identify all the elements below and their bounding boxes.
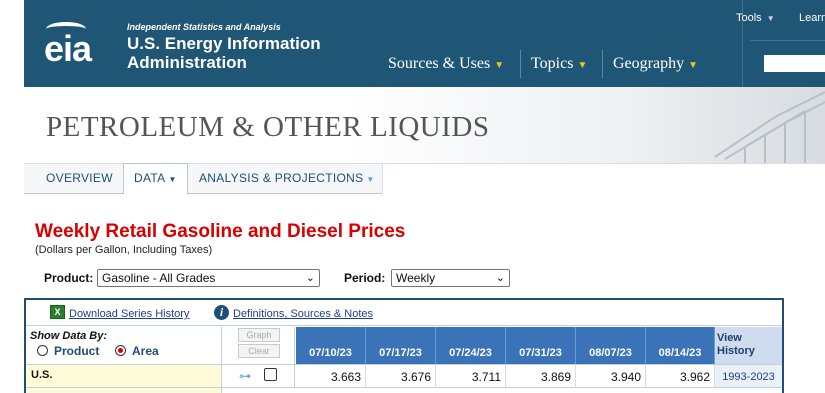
nav-divider <box>520 50 521 78</box>
table-row-partial <box>26 387 782 393</box>
nav-geography-label: Geography <box>613 55 685 72</box>
table-cell: 3.711 <box>436 365 506 387</box>
table-cell: 3.663 <box>296 365 366 387</box>
section-title: PETROLEUM & OTHER LIQUIDS <box>46 111 490 143</box>
graph-button[interactable]: Graph <box>238 328 280 342</box>
tab-analysis-projections[interactable]: ANALYSIS & PROJECTIONS ▼ <box>189 164 385 194</box>
show-data-by: Show Data By: Product Area <box>26 327 222 364</box>
section-banner: PETROLEUM & OTHER LIQUIDS <box>24 87 825 163</box>
view-history-header: View History <box>715 327 782 364</box>
date-header[interactable]: 07/31/23 <box>506 327 576 364</box>
key-icon[interactable]: ⊶ <box>239 369 251 383</box>
page-title: Weekly Retail Gasoline and Diesel Prices <box>35 221 406 242</box>
definitions-link[interactable]: Definitions, Sources & Notes <box>233 308 373 320</box>
nav-sources-uses-label: Sources & Uses <box>388 55 491 72</box>
chevron-down-icon: ⌄ <box>305 272 315 284</box>
util-learn[interactable]: Learn <box>799 12 825 24</box>
radio-area-label[interactable]: Area <box>132 344 159 358</box>
tab-bar-filler <box>382 164 825 194</box>
org-name[interactable]: U.S. Energy Information Administration <box>127 34 321 72</box>
tab-data[interactable]: DATA ▼ <box>123 163 188 195</box>
caret-down-icon: ▼ <box>494 60 505 71</box>
table-links-row: X Download Series History i Definitions,… <box>26 300 782 326</box>
radio-product-label[interactable]: Product <box>54 344 99 358</box>
history-link[interactable]: 1993-2023 <box>715 365 782 387</box>
org-name-line2: Administration <box>127 53 247 72</box>
info-icon[interactable]: i <box>214 305 229 320</box>
caret-down-icon: ▼ <box>688 60 698 71</box>
util-learn-label: Learn <box>799 12 825 24</box>
table-cell: 3.940 <box>576 365 646 387</box>
tab-bar: OVERVIEW DATA ▼ ANALYSIS & PROJECTIONS ▼ <box>24 163 825 195</box>
table-row: U.S. ⊶ 3.663 3.676 3.711 3.869 3.940 3.9… <box>26 364 782 387</box>
product-label: Product: <box>44 271 94 285</box>
row-area-name[interactable]: U.S. <box>26 365 222 387</box>
site-header: eia Independent Statistics and Analysis … <box>24 0 825 87</box>
graph-clear-column: Graph Clear <box>222 327 295 364</box>
search-input[interactable] <box>764 55 825 72</box>
radio-area[interactable] <box>115 345 126 356</box>
excel-icon[interactable]: X <box>50 305 65 319</box>
eia-logo[interactable]: eia <box>44 28 92 70</box>
date-header[interactable]: 07/10/23 <box>296 327 366 364</box>
view-history-line2: History <box>717 345 755 357</box>
nav-divider <box>602 50 603 78</box>
period-select-value: Weekly <box>396 271 436 285</box>
view-history-line1: View <box>717 332 742 344</box>
table-cell: 3.869 <box>506 365 576 387</box>
caret-down-icon: ▼ <box>766 14 775 23</box>
clear-button[interactable]: Clear <box>238 344 280 358</box>
radio-product[interactable] <box>37 345 48 356</box>
tab-analysis-label: ANALYSIS & PROJECTIONS <box>199 171 364 185</box>
period-label: Period: <box>344 271 386 285</box>
util-tools[interactable]: Tools ▼ <box>736 12 775 24</box>
caret-down-icon: ▼ <box>577 60 588 71</box>
org-tagline: Independent Statistics and Analysis <box>127 22 281 32</box>
tab-data-label: DATA <box>134 171 166 185</box>
utility-underline <box>750 40 825 41</box>
table-cell: 3.962 <box>646 365 715 387</box>
util-tools-label: Tools <box>736 12 762 24</box>
row-tools: ⊶ <box>222 365 295 387</box>
product-select-value: Gasoline - All Grades <box>102 271 216 285</box>
row-checkbox[interactable] <box>264 368 277 381</box>
chevron-down-icon: ⌄ <box>495 272 505 284</box>
period-select[interactable]: Weekly ⌄ <box>391 269 510 287</box>
tab-overview[interactable]: OVERVIEW <box>36 164 123 194</box>
caret-down-icon: ▼ <box>168 175 177 184</box>
date-header[interactable]: 08/14/23 <box>646 327 715 364</box>
date-header[interactable]: 07/24/23 <box>436 327 506 364</box>
table-cell: 3.676 <box>366 365 436 387</box>
show-by-label: Show Data By: <box>30 330 108 342</box>
page-subtitle: (Dollars per Gallon, Including Taxes) <box>35 244 213 256</box>
org-name-line1: U.S. Energy Information <box>127 34 321 53</box>
pipeline-illustration <box>714 91 825 163</box>
row-area-name-partial <box>26 388 222 393</box>
caret-down-icon: ▼ <box>366 175 375 184</box>
download-series-link[interactable]: Download Series History <box>69 308 189 320</box>
nav-sources-uses[interactable]: Sources & Uses ▼ <box>388 55 504 73</box>
nav-geography[interactable]: Geography ▼ <box>613 55 698 73</box>
tab-overview-label: OVERVIEW <box>46 171 113 185</box>
product-select[interactable]: Gasoline - All Grades ⌄ <box>97 269 320 287</box>
nav-topics[interactable]: Topics ▼ <box>531 55 587 73</box>
nav-topics-label: Topics <box>531 55 574 72</box>
date-header[interactable]: 07/17/23 <box>366 327 436 364</box>
date-header[interactable]: 08/07/23 <box>576 327 646 364</box>
